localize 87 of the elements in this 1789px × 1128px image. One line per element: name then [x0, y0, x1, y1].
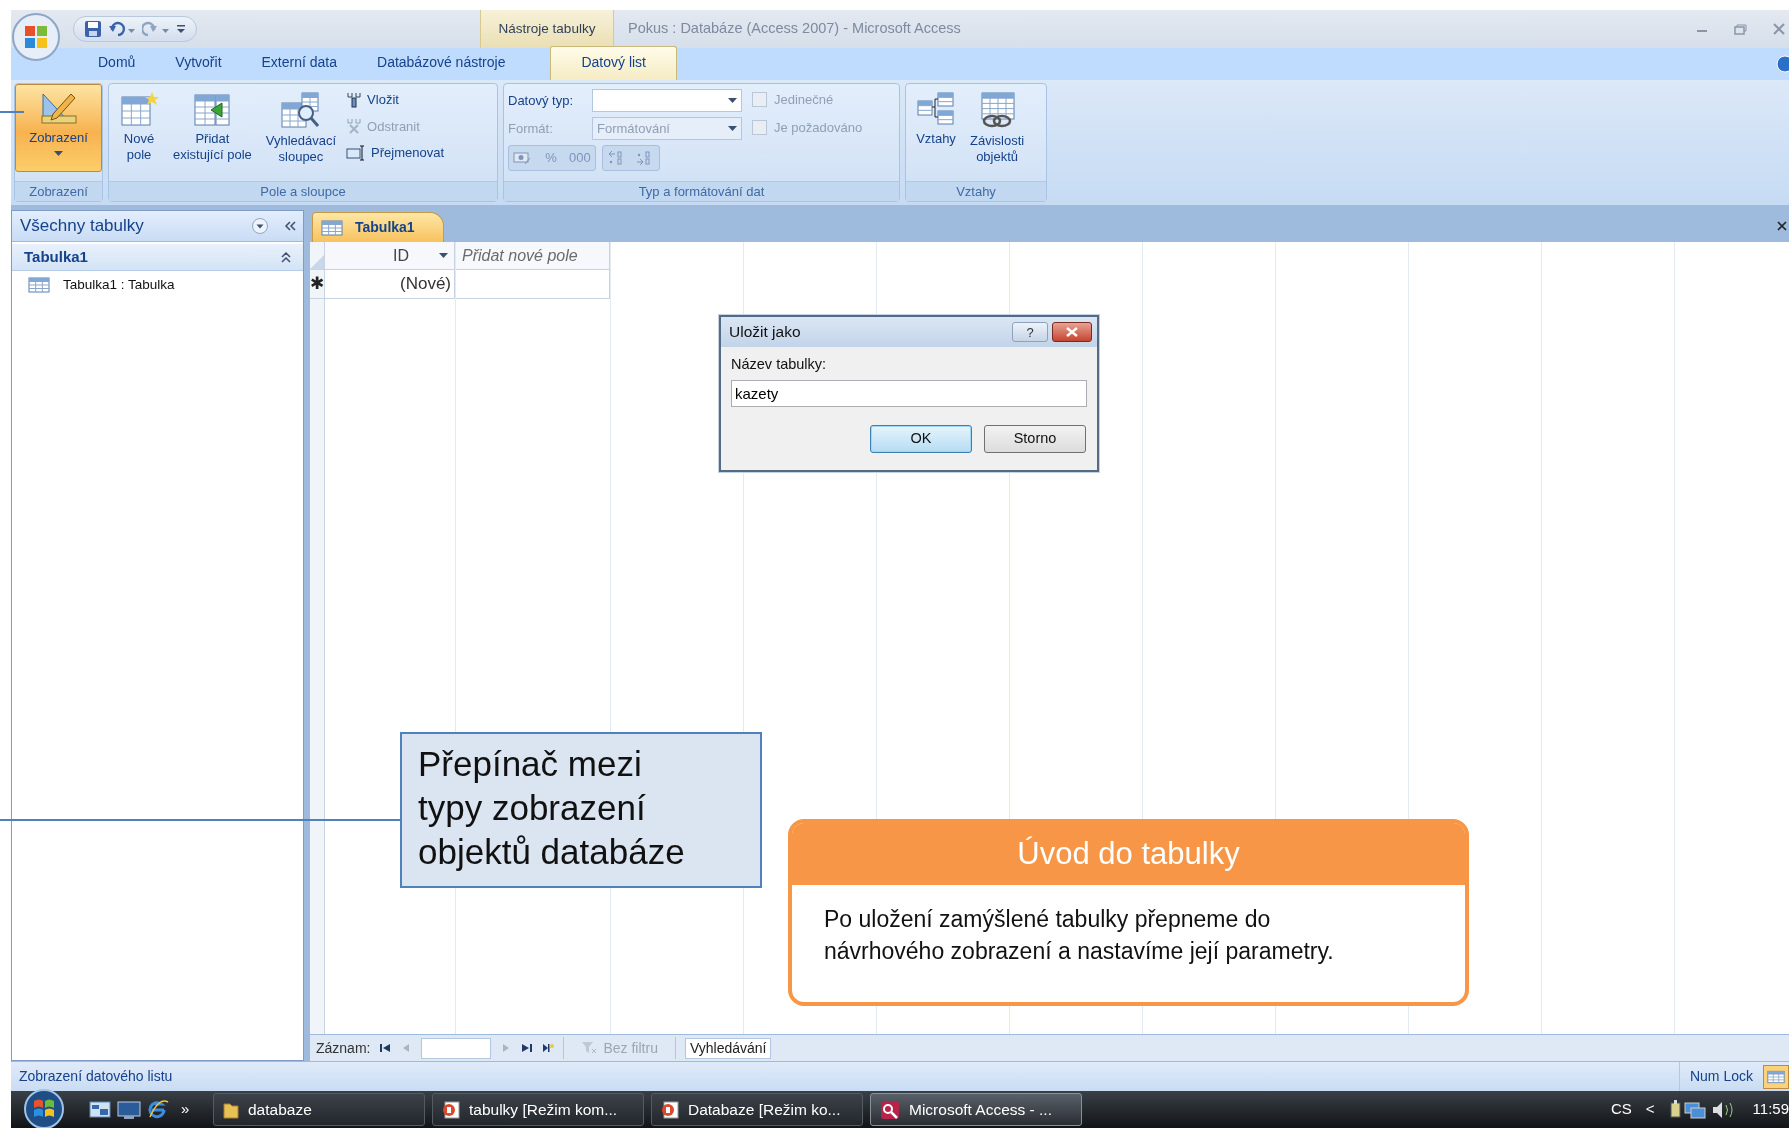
help-icon[interactable]	[1775, 55, 1789, 73]
nav-item[interactable]: Tabulka1 : Tabulka	[12, 271, 303, 300]
help-button[interactable]: ?	[1012, 322, 1048, 342]
filter-icon	[581, 1041, 598, 1055]
context-tab-label: Nástroje tabulky	[480, 10, 614, 48]
close-button[interactable]	[1052, 322, 1092, 342]
taskbar-item[interactable]: databaze	[213, 1093, 425, 1126]
status-indicator: Num Lock	[1689, 1067, 1753, 1086]
group-label: Typ a formátování dat	[504, 181, 899, 201]
table-magnifier-icon	[279, 91, 322, 129]
slides-icon	[441, 1099, 461, 1120]
callout-title: Úvod do tabulky	[792, 823, 1465, 885]
checkbox-label: Je požadováno	[774, 118, 863, 137]
group-label: Pole a sloupce	[109, 181, 497, 201]
taskbar-item[interactable]: tabulky [Režim kom...	[432, 1093, 644, 1126]
ribbon-button[interactable]: Vztahy	[910, 87, 962, 175]
delete-column-icon	[346, 118, 363, 135]
dropdown-caret-icon	[728, 98, 737, 103]
field-label: Datový typ:	[508, 91, 575, 110]
checkbox-label: Jedinečné	[774, 91, 834, 109]
rename-icon	[346, 144, 367, 161]
record-label: Záznam:	[316, 1038, 371, 1058]
group-label: Zobrazení	[15, 181, 102, 201]
last-record-icon[interactable]	[521, 1042, 534, 1054]
language-indicator[interactable]: CS	[1610, 1098, 1632, 1121]
tray-expand-toggle[interactable]: <	[1645, 1098, 1655, 1121]
column-header[interactable]: ID	[325, 242, 455, 270]
table-arrow-icon	[192, 91, 233, 127]
dropdown-icon[interactable]	[251, 217, 269, 235]
slides-icon	[660, 1099, 680, 1120]
leader-line	[0, 111, 24, 113]
field-label: Formát:	[508, 119, 554, 138]
table-icon	[1767, 1068, 1785, 1085]
view-button[interactable]	[1763, 1064, 1789, 1089]
ribbon-tab[interactable]: Datový list	[550, 46, 677, 80]
ribbon-tab[interactable]: Domů	[79, 47, 155, 80]
first-record-icon[interactable]	[379, 1042, 392, 1054]
browser-icon[interactable]	[147, 1098, 169, 1121]
clock[interactable]: 11:59	[1752, 1098, 1789, 1121]
dialog-button[interactable]: Storno	[984, 424, 1086, 453]
table-star-icon	[119, 91, 159, 127]
ribbon-button[interactable]: Vyhledávací sloupec	[259, 87, 343, 175]
group-label: Vztahy	[906, 181, 1046, 201]
search-field[interactable]: Vyhledávání	[684, 1037, 772, 1059]
table-icon	[28, 277, 50, 294]
ribbon-tab[interactable]: Externí data	[242, 47, 356, 80]
dialog-title: Uložit jako	[729, 322, 801, 343]
windows-icon[interactable]	[89, 1099, 111, 1120]
customize-icon[interactable]	[176, 23, 186, 35]
dropdown-field[interactable]	[592, 89, 742, 112]
ribbon-tab[interactable]: Vytvořit	[156, 47, 241, 80]
dialog-button[interactable]: OK	[870, 424, 972, 453]
undo-icon[interactable]	[108, 21, 136, 37]
currency-icon	[513, 150, 533, 166]
overflow-chevron[interactable]: »	[181, 1098, 199, 1121]
status-text: Zobrazení datového listu	[19, 1067, 173, 1086]
ribbon-button[interactable]: Přejmenovat	[344, 142, 447, 164]
taskbar-item[interactable]: Microsoft Access - ...	[870, 1093, 1082, 1126]
ribbon-tab[interactable]: Databázové nástroje	[358, 47, 525, 80]
close-icon	[1066, 327, 1078, 337]
collapse-pane-icon[interactable]	[283, 220, 297, 232]
close-icon[interactable]	[1777, 221, 1787, 231]
ribbon-button[interactable]: Nové pole	[113, 87, 165, 175]
document-tab[interactable]: Tabulka1	[312, 212, 444, 242]
column-header[interactable]: Přidat nové pole	[456, 242, 610, 270]
callout-note: Přepínač mezi typy zobrazení objektů databáze	[400, 732, 762, 888]
sort-caret-icon	[439, 253, 448, 258]
collapse-icon[interactable]	[279, 250, 293, 264]
ribbon-button[interactable]: Přidat existující pole	[167, 87, 258, 175]
ribbon-button[interactable]: Závislosti objektů	[964, 87, 1031, 175]
pane-title: Všechny tabulky	[20, 215, 145, 238]
ribbon-button[interactable]: Vložit	[344, 89, 447, 111]
table-cell: (Nové)	[325, 270, 455, 299]
desktop-icon[interactable]	[117, 1099, 141, 1120]
field-label: Název tabulky:	[731, 355, 828, 374]
ribbon-button[interactable]: Zobrazení	[15, 84, 102, 172]
taskbar-item[interactable]: Databaze [Režim ko...	[651, 1093, 863, 1126]
window-title: Pokus : Databáze (Access 2007) - Microsoft Access	[628, 19, 961, 39]
dropdown-caret-icon	[728, 126, 737, 131]
relationship-icon	[916, 91, 956, 127]
callout-text: Po uložení zamýšlené tabulky přepneme do návrhového zobrazení a nastavíme její parametry.	[823, 905, 1335, 966]
table-name-field[interactable]: kazety	[731, 379, 1087, 407]
record-number-field[interactable]	[421, 1037, 492, 1059]
new-record-icon[interactable]	[542, 1042, 555, 1054]
insert-column-icon	[346, 91, 363, 108]
table-icon	[321, 219, 343, 236]
save-icon[interactable]	[84, 20, 102, 38]
